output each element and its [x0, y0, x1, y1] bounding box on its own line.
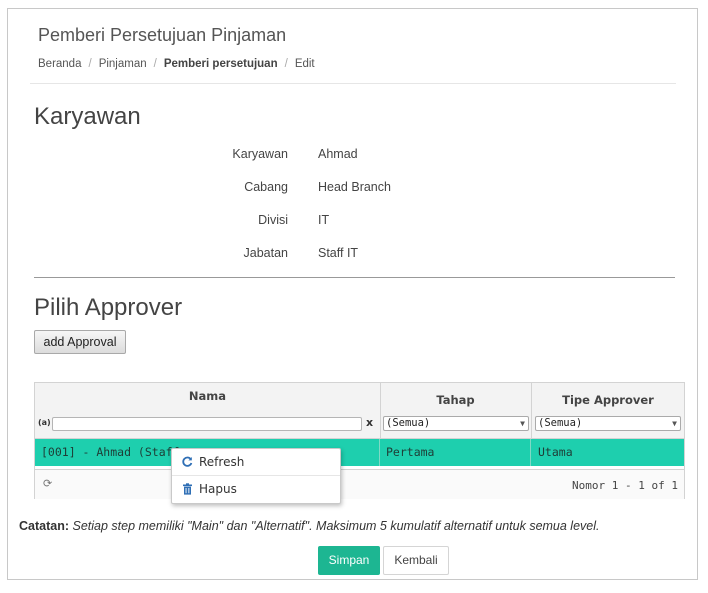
context-menu-hapus-label: Hapus — [199, 482, 237, 496]
column-nama-title[interactable]: Nama — [35, 389, 380, 403]
clear-filter-icon[interactable]: x — [366, 416, 373, 429]
note: Catatan: Setiap step memiliki "Main" dan… — [19, 519, 600, 533]
karyawan-section-title: Karyawan — [34, 103, 141, 130]
jabatan-label: Jabatan — [243, 246, 288, 260]
cabang-label: Cabang — [244, 180, 288, 194]
breadcrumb-pinjaman[interactable]: Pinjaman — [99, 58, 147, 70]
column-nama: Nama (a) x — [35, 383, 381, 438]
tahap-filter-select[interactable]: (Semua) ▼ — [383, 416, 529, 431]
table-row[interactable]: [001] - Ahmad (Staff - Pertama Utama — [35, 439, 684, 466]
tipe-filter-value: (Semua) — [538, 417, 583, 429]
chevron-down-icon: ▼ — [520, 419, 525, 428]
breadcrumb-home[interactable]: Beranda — [38, 58, 81, 70]
back-button[interactable]: Kembali — [383, 546, 449, 575]
breadcrumb: Beranda / Pinjaman / Pemberi persetujuan / Edi… — [38, 58, 315, 70]
grid-header: Nama (a) x Tahap (Semua) ▼ Tipe Approver… — [35, 383, 684, 439]
grid-footer: ⟳ Nomor 1 - 1 of 1 — [35, 469, 684, 499]
cell-tipe[interactable]: Utama — [532, 439, 684, 466]
breadcrumb-pemberi-persetujuan[interactable]: Pemberi persetujuan — [164, 58, 278, 70]
column-tahap-title[interactable]: Tahap — [380, 393, 531, 407]
column-tipe-approver: Tipe Approver (Semua) ▼ — [532, 383, 684, 438]
chevron-down-icon: ▼ — [672, 419, 677, 428]
pager-info: Nomor 1 - 1 of 1 — [572, 479, 678, 492]
context-menu-hapus[interactable]: Hapus — [172, 476, 340, 502]
nama-filter-input[interactable] — [52, 417, 362, 431]
add-approval-button[interactable]: add Approval — [34, 330, 126, 354]
note-label: Catatan: — [19, 519, 70, 533]
context-menu-refresh[interactable]: Refresh — [172, 449, 340, 476]
divisi-value: IT — [318, 213, 330, 227]
section-divider — [34, 277, 675, 278]
header-divider — [30, 83, 676, 84]
search-icon: (a) — [38, 418, 51, 427]
karyawan-value: Ahmad — [318, 147, 358, 161]
save-button[interactable]: Simpan — [318, 546, 380, 575]
divisi-label: Divisi — [258, 213, 288, 227]
note-text: Setiap step memiliki "Main" dan "Alterna… — [72, 519, 600, 533]
karyawan-label: Karyawan — [232, 147, 288, 161]
breadcrumb-edit: Edit — [294, 58, 315, 70]
tahap-filter-value: (Semua) — [386, 417, 431, 429]
tipe-filter-select[interactable]: (Semua) ▼ — [535, 416, 681, 431]
trash-icon — [180, 476, 194, 502]
breadcrumb-separator: / — [88, 58, 92, 70]
column-tipe-approver-title[interactable]: Tipe Approver — [532, 393, 684, 407]
refresh-icon — [180, 449, 194, 475]
cabang-value: Head Branch — [318, 180, 391, 194]
breadcrumb-separator: / — [153, 58, 157, 70]
refresh-icon[interactable]: ⟳ — [43, 477, 52, 490]
page-title: Pemberi Persetujuan Pinjaman — [38, 25, 287, 45]
jabatan-value: Staff IT — [318, 246, 359, 260]
context-menu: Refresh Hapus — [171, 448, 341, 504]
context-menu-refresh-label: Refresh — [199, 455, 245, 469]
column-tahap: Tahap (Semua) ▼ — [380, 383, 532, 438]
approver-grid: Nama (a) x Tahap (Semua) ▼ Tipe Approver… — [34, 382, 685, 499]
approver-section-title: Pilih Approver — [34, 294, 183, 321]
cell-tahap[interactable]: Pertama — [380, 439, 531, 466]
breadcrumb-separator: / — [284, 58, 288, 70]
